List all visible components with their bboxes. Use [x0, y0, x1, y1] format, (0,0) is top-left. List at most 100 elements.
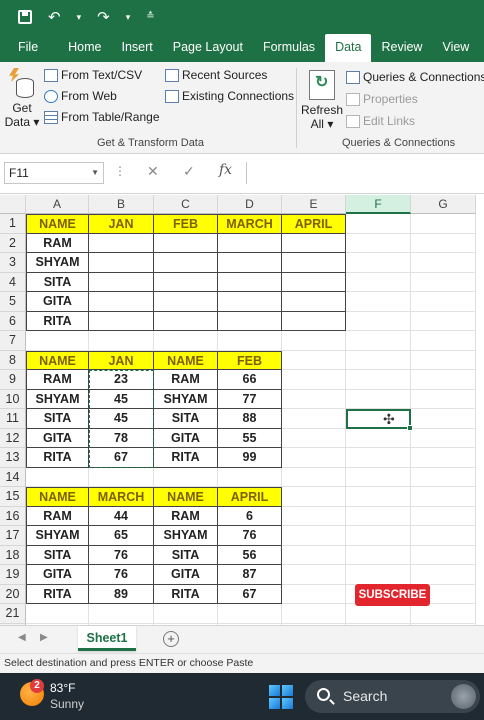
- redo-dropdown-icon[interactable]: ▾: [126, 12, 131, 22]
- cell-c9[interactable]: RAM: [154, 370, 218, 390]
- cell-g19[interactable]: [411, 565, 476, 585]
- cell-g12[interactable]: [411, 428, 476, 448]
- cell-d11[interactable]: 88: [218, 409, 282, 429]
- cell-g7[interactable]: [411, 331, 476, 351]
- cell-g14[interactable]: [411, 467, 476, 487]
- cell-g9[interactable]: [411, 370, 476, 390]
- cell-b19[interactable]: 76: [89, 565, 154, 585]
- select-all-corner[interactable]: [0, 195, 26, 214]
- row-header-3[interactable]: 3: [0, 253, 26, 273]
- cell-f10[interactable]: [346, 389, 411, 409]
- row-header-18[interactable]: 18: [0, 545, 26, 565]
- cell-a19[interactable]: GITA: [26, 565, 89, 585]
- cell-d15[interactable]: APRIL: [218, 487, 282, 507]
- row-header-6[interactable]: 6: [0, 311, 26, 331]
- cell-a14[interactable]: [26, 467, 89, 487]
- cell-e4[interactable]: [282, 272, 346, 292]
- cell-b1[interactable]: JAN: [89, 214, 154, 234]
- cell-f19[interactable]: [346, 565, 411, 585]
- cell-c17[interactable]: SHYAM: [154, 526, 218, 546]
- row-header-7[interactable]: 7: [0, 331, 26, 351]
- cell-b8[interactable]: JAN: [89, 350, 154, 370]
- worksheet-grid[interactable]: NAME JAN FEB MARCH APRIL RAM SHYAM SITA GITA RITA…: [0, 195, 484, 625]
- cell-a5[interactable]: GITA: [26, 292, 89, 312]
- cell-e13[interactable]: [282, 448, 346, 468]
- row-header-8[interactable]: 8: [0, 350, 26, 370]
- cell-a20[interactable]: RITA: [26, 584, 89, 604]
- cell-d10[interactable]: 77: [218, 389, 282, 409]
- cell-e3[interactable]: [282, 253, 346, 273]
- cell-a16[interactable]: RAM: [26, 506, 89, 526]
- cell-d17[interactable]: 76: [218, 526, 282, 546]
- cell-b16[interactable]: 44: [89, 506, 154, 526]
- cell-f18[interactable]: [346, 545, 411, 565]
- cell-e18[interactable]: [282, 545, 346, 565]
- existing-connections-button[interactable]: Existing Connections: [165, 89, 294, 103]
- cell-d3[interactable]: [218, 253, 282, 273]
- name-box[interactable]: F11 ▼: [4, 162, 104, 184]
- cell-e17[interactable]: [282, 526, 346, 546]
- cell-c4[interactable]: [154, 272, 218, 292]
- tab-view[interactable]: View: [432, 34, 479, 62]
- undo-icon[interactable]: ↶: [48, 10, 61, 25]
- formula-input[interactable]: [246, 162, 484, 184]
- cell-c15[interactable]: NAME: [154, 487, 218, 507]
- cell-f8[interactable]: [346, 350, 411, 370]
- cell-b20[interactable]: 89: [89, 584, 154, 604]
- chevron-down-icon[interactable]: ▼: [91, 163, 99, 183]
- cell-b6[interactable]: [89, 311, 154, 331]
- cell-b9[interactable]: 23: [89, 370, 154, 390]
- column-header-a[interactable]: A: [26, 195, 89, 214]
- cell-g3[interactable]: [411, 253, 476, 273]
- cell-b13[interactable]: 67: [89, 448, 154, 468]
- cell-a12[interactable]: GITA: [26, 428, 89, 448]
- cell-e7[interactable]: [282, 331, 346, 351]
- cell-e5[interactable]: [282, 292, 346, 312]
- cell-b3[interactable]: [89, 253, 154, 273]
- cell-g18[interactable]: [411, 545, 476, 565]
- cell-g6[interactable]: [411, 311, 476, 331]
- cell-b2[interactable]: [89, 233, 154, 253]
- tab-data[interactable]: Data: [325, 34, 372, 62]
- cell-g21[interactable]: [411, 604, 476, 624]
- cell-c3[interactable]: [154, 253, 218, 273]
- row-header-19[interactable]: 19: [0, 565, 26, 585]
- cell-g10[interactable]: [411, 389, 476, 409]
- cell-e20[interactable]: [282, 584, 346, 604]
- cell-a17[interactable]: SHYAM: [26, 526, 89, 546]
- tab-insert[interactable]: Insert: [112, 34, 163, 62]
- cell-d14[interactable]: [218, 467, 282, 487]
- cell-g5[interactable]: [411, 292, 476, 312]
- cell-c7[interactable]: [154, 331, 218, 351]
- cell-b21[interactable]: [89, 604, 154, 624]
- from-text-csv-button[interactable]: From Text/CSV: [44, 68, 142, 82]
- column-header-c[interactable]: C: [154, 195, 218, 214]
- tab-file[interactable]: File: [0, 34, 58, 62]
- cell-b18[interactable]: 76: [89, 545, 154, 565]
- active-cell[interactable]: [346, 409, 413, 431]
- cell-a2[interactable]: RAM: [26, 233, 89, 253]
- cell-f13[interactable]: [346, 448, 411, 468]
- cell-b7[interactable]: [89, 331, 154, 351]
- cell-e1[interactable]: APRIL: [282, 214, 346, 234]
- undo-dropdown-icon[interactable]: ▾: [77, 12, 82, 22]
- row-header-14[interactable]: 14: [0, 467, 26, 487]
- cell-a11[interactable]: SITA: [26, 409, 89, 429]
- cell-d7[interactable]: [218, 331, 282, 351]
- cell-f14[interactable]: [346, 467, 411, 487]
- cell-f2[interactable]: [346, 233, 411, 253]
- save-icon[interactable]: [18, 10, 32, 24]
- cell-f12[interactable]: [346, 428, 411, 448]
- cell-e14[interactable]: [282, 467, 346, 487]
- row-header-9[interactable]: 9: [0, 370, 26, 390]
- row-header-21[interactable]: 21: [0, 604, 26, 624]
- cell-g16[interactable]: [411, 506, 476, 526]
- cell-f16[interactable]: [346, 506, 411, 526]
- cell-f17[interactable]: [346, 526, 411, 546]
- cell-d18[interactable]: 56: [218, 545, 282, 565]
- windows-start-icon[interactable]: [269, 685, 293, 709]
- cell-a13[interactable]: RITA: [26, 448, 89, 468]
- cell-f6[interactable]: [346, 311, 411, 331]
- cell-c16[interactable]: RAM: [154, 506, 218, 526]
- cell-b14[interactable]: [89, 467, 154, 487]
